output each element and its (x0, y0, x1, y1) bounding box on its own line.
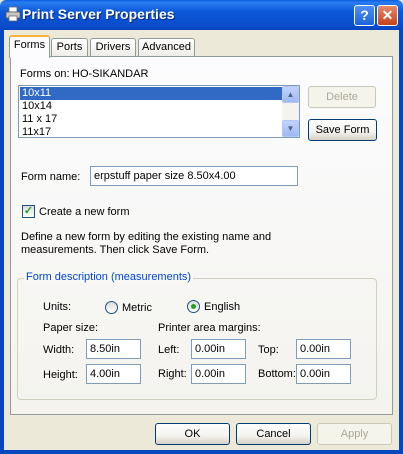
delete-button[interactable]: Delete (308, 86, 376, 108)
help-button[interactable]: ? (354, 5, 375, 26)
form-name-label: Form name: (21, 171, 81, 183)
forms-list[interactable]: 10x11 10x14 11 x 17 11x17 ▲ ▼ (18, 85, 300, 138)
width-label: Width: (43, 344, 75, 356)
window-frame-right (399, 30, 403, 454)
save-form-button[interactable]: Save Form (308, 119, 377, 141)
group-title: Form description (measurements) (24, 271, 194, 283)
cancel-button[interactable]: Cancel (236, 423, 311, 445)
server-name: HO-SIKANDAR (72, 68, 149, 80)
window-frame-left (0, 30, 4, 454)
form-name-input[interactable] (90, 166, 298, 186)
metric-label: Metric (122, 302, 152, 314)
scroll-up-icon[interactable]: ▲ (282, 86, 299, 103)
instructions-text: Define a new form by editing the existin… (21, 231, 272, 256)
right-margin-label: Right: (158, 368, 187, 380)
create-new-form-checkbox[interactable]: ✓ (22, 205, 35, 218)
create-new-form-label: Create a new form (39, 206, 130, 218)
list-item[interactable]: 11x17 (20, 126, 282, 137)
apply-button[interactable]: Apply (317, 423, 392, 445)
printer-icon (5, 6, 21, 22)
tab-ports[interactable]: Ports (51, 38, 88, 57)
bottom-margin-label: Bottom: (258, 368, 296, 380)
top-margin-input[interactable] (296, 339, 351, 359)
left-margin-label: Left: (158, 344, 180, 356)
height-input[interactable] (86, 364, 141, 384)
units-label: Units: (43, 301, 72, 313)
list-item[interactable]: 10x14 (20, 100, 282, 113)
tab-drivers[interactable]: Drivers (90, 38, 136, 57)
tab-forms[interactable]: Forms (9, 35, 50, 58)
list-scrollbar[interactable]: ▲ ▼ (282, 86, 299, 137)
close-button[interactable]: ✕ (377, 5, 398, 26)
tab-advanced[interactable]: Advanced (138, 38, 195, 57)
ok-button[interactable]: OK (155, 423, 230, 445)
window-title: Print Server Properties (22, 6, 175, 22)
right-margin-input[interactable] (191, 364, 246, 384)
window-frame-bottom (0, 450, 403, 454)
list-item[interactable]: 11 x 17 (20, 113, 282, 126)
height-label: Height: (43, 369, 78, 381)
scroll-down-icon[interactable]: ▼ (282, 120, 299, 137)
left-margin-input[interactable] (191, 339, 246, 359)
top-margin-label: Top: (258, 344, 279, 356)
english-radio[interactable] (187, 300, 200, 313)
paper-size-label: Paper size: (43, 322, 99, 334)
margins-label: Printer area margins: (158, 322, 261, 334)
forms-on-label: Forms on: (20, 68, 70, 80)
english-label: English (204, 301, 241, 313)
list-item[interactable]: 10x11 (20, 87, 282, 100)
title-bar[interactable]: Print Server Properties ? ✕ (0, 0, 403, 30)
bottom-margin-input[interactable] (296, 364, 351, 384)
metric-radio[interactable] (105, 301, 118, 314)
width-input[interactable] (86, 339, 141, 359)
